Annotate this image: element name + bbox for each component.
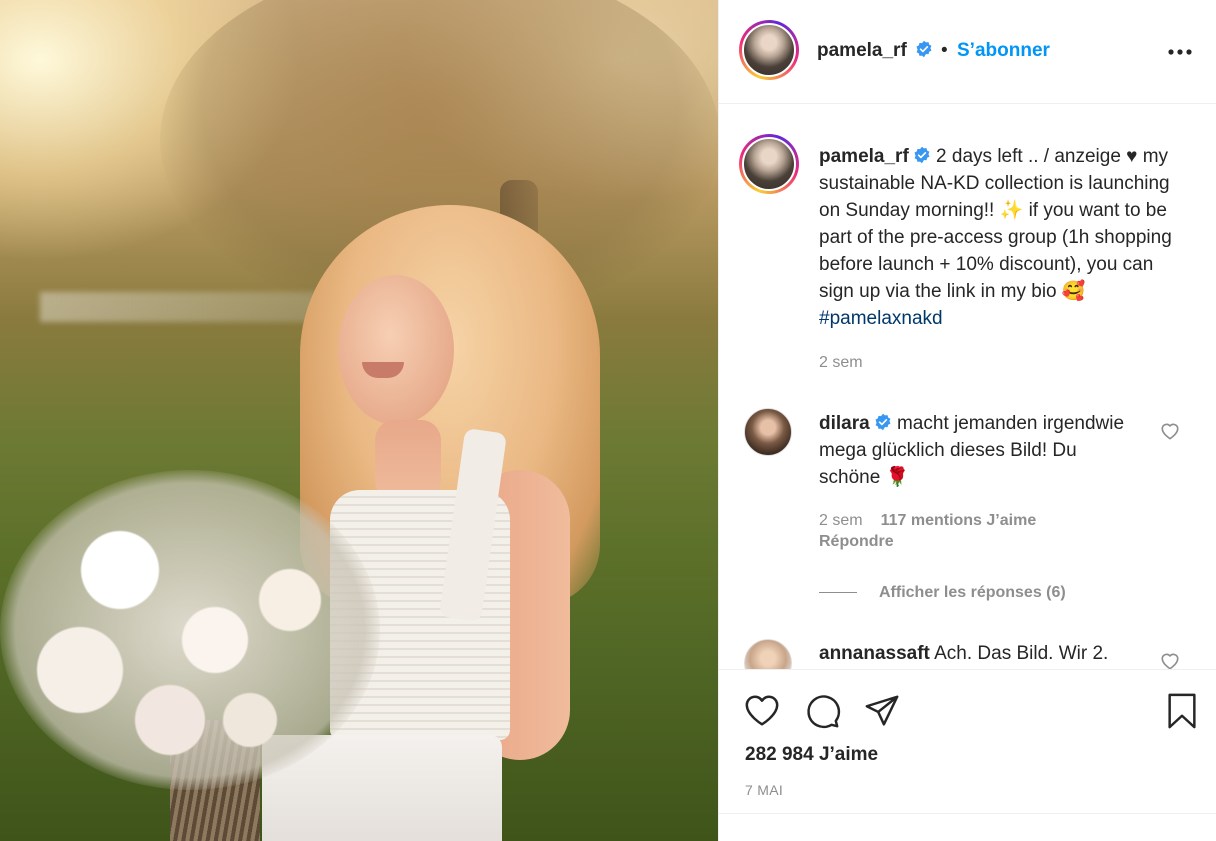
post-likes-count[interactable]: 282 984 J’aime <box>745 744 878 766</box>
verified-badge-icon <box>916 40 932 58</box>
comment-meta: 2 sem 117 mentions J’aime <box>819 512 1036 530</box>
commenter-username[interactable]: dilara <box>819 413 870 434</box>
follow-button[interactable]: S’abonner <box>957 40 1050 62</box>
verified-badge-icon <box>914 146 930 164</box>
view-replies-label: Afficher les réponses (6) <box>879 584 1066 601</box>
comment-body: Ach. Das Bild. Wir 2. <box>929 643 1109 664</box>
comment-icon[interactable] <box>803 692 841 730</box>
more-options-icon[interactable] <box>1165 40 1195 64</box>
view-replies-line <box>819 592 857 594</box>
caption-time[interactable]: 2 sem <box>819 354 863 372</box>
commenter-avatar[interactable] <box>744 639 792 669</box>
author-avatar[interactable] <box>739 20 799 80</box>
verified-badge-icon <box>875 413 891 431</box>
post-date[interactable]: 7 MAI <box>745 782 783 798</box>
post-photo[interactable] <box>0 0 718 841</box>
header-separator: • <box>941 40 948 61</box>
post-header: pamela_rf • S’abonner <box>719 0 1216 104</box>
comment-like-icon[interactable] <box>1159 420 1181 440</box>
add-comment-bar[interactable] <box>719 813 1216 841</box>
comment-time[interactable]: 2 sem <box>819 512 863 529</box>
comment-like-icon[interactable] <box>1159 650 1181 669</box>
commenter-avatar[interactable] <box>744 408 792 456</box>
commenter-username[interactable]: annanassaft <box>819 643 930 664</box>
post-actions: 282 984 J’aime 7 MAI <box>719 669 1216 819</box>
comment-text: dilara macht jemanden irgendwie mega glü… <box>819 410 1139 491</box>
rose-emoji: 🌹 <box>885 466 910 488</box>
comments-list[interactable]: pamela_rf 2 days left .. / anzeige ♥︎ my… <box>719 104 1216 669</box>
bookmark-icon[interactable] <box>1163 692 1201 730</box>
caption-username[interactable]: pamela_rf <box>819 146 909 167</box>
share-icon[interactable] <box>863 692 901 730</box>
comment-likes-count[interactable]: 117 mentions J’aime <box>881 512 1037 529</box>
smiling-hearts-emoji: 🥰 <box>1061 280 1086 302</box>
hashtag-link[interactable]: #pamelaxnakd <box>819 308 943 329</box>
caption-author-avatar[interactable] <box>739 134 799 194</box>
reply-button[interactable]: Répondre <box>819 533 894 551</box>
post-side-panel: pamela_rf • S’abonner pamela_rf 2 days l… <box>718 0 1216 841</box>
photo-background-water <box>40 292 340 322</box>
photo-neck <box>375 420 441 500</box>
author-username-row[interactable]: pamela_rf <box>817 40 933 62</box>
sparkles-emoji: ✨ <box>999 199 1024 221</box>
view-replies-button[interactable]: Afficher les réponses (6) <box>819 584 1066 602</box>
comment-text: annanassaft Ach. Das Bild. Wir 2. <box>819 640 1139 667</box>
like-heart-icon[interactable] <box>743 692 781 730</box>
caption-text: pamela_rf 2 days left .. / anzeige ♥︎ my… <box>819 143 1191 332</box>
author-username[interactable]: pamela_rf <box>817 40 907 61</box>
photo-flower-bouquet <box>0 470 380 790</box>
photo-face <box>338 275 454 425</box>
